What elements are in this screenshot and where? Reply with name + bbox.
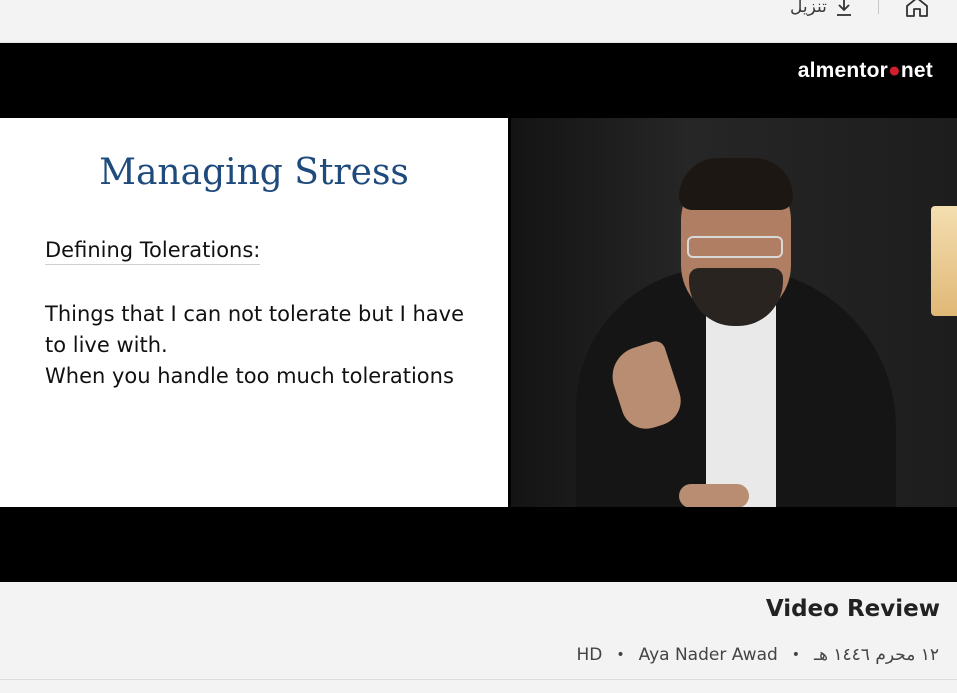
almentor-logo: almentor●net [797, 59, 933, 82]
video-date: ١٢ محرم ١٤٤٦ هـ [814, 645, 939, 665]
video-title: Video Review [765, 596, 940, 622]
speaker-hair [679, 158, 793, 210]
video-meta: ١٢ محرم ١٤٤٦ هـ • Aya Nader Awad • HD [576, 645, 939, 665]
video-details: Video Review ١٢ محرم ١٤٤٦ هـ • Aya Nader… [0, 582, 957, 693]
video-player[interactable]: almentor●net Managing Stress Defining To… [0, 43, 957, 582]
logo-play-dot: ● [888, 59, 901, 82]
video-author[interactable]: Aya Nader Awad [639, 645, 778, 665]
section-divider [0, 679, 957, 680]
download-icon [836, 0, 851, 16]
download-button[interactable]: تنزيل [790, 0, 853, 20]
background-lamp [931, 206, 957, 316]
video-quality: HD [576, 645, 603, 665]
slide-line-2: When you handle too much tolerations [45, 364, 454, 388]
slide-body: Things that I can not tolerate but I hav… [45, 299, 475, 392]
speaker-glasses [687, 236, 783, 258]
presentation-slide: Managing Stress Defining Tolerations: Th… [0, 118, 508, 507]
slide-title: Managing Stress [99, 152, 409, 193]
download-label: تنزيل [790, 0, 827, 17]
home-button[interactable] [903, 0, 931, 19]
slide-subtitle: Defining Tolerations: [45, 238, 261, 265]
speaker-hand-lower [679, 484, 749, 507]
meta-separator: • [616, 647, 625, 663]
top-toolbar: تنزيل [0, 0, 957, 43]
speaker-video-frame [511, 118, 957, 507]
toolbar-divider [878, 0, 879, 14]
meta-separator: • [791, 647, 801, 663]
slide-line-1: Things that I can not tolerate but I hav… [45, 302, 464, 357]
home-icon [906, 0, 928, 17]
